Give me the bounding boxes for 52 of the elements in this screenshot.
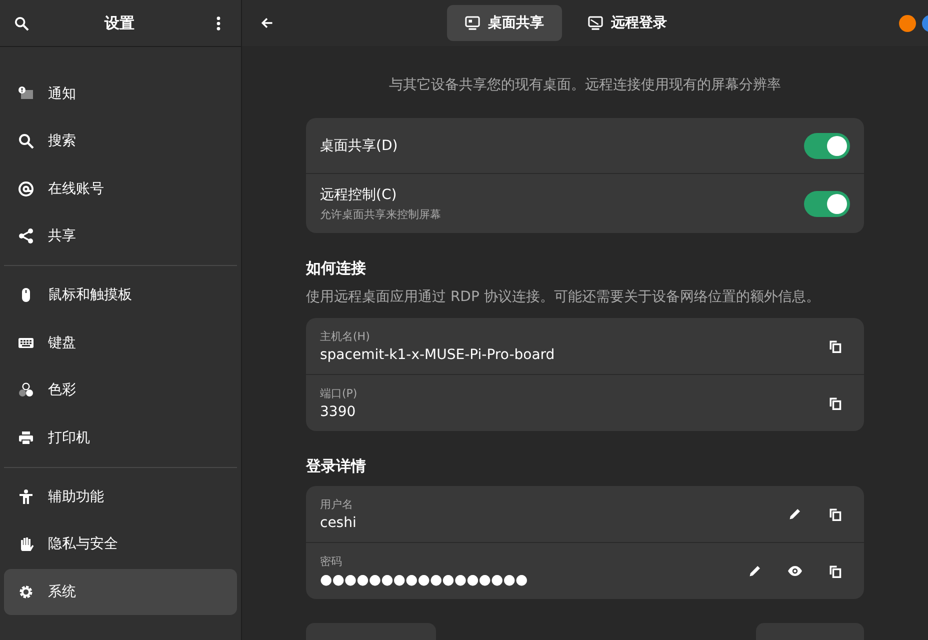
pencil-icon: [748, 564, 762, 578]
pencil-icon: [788, 507, 802, 521]
row-label: 远程控制(C): [320, 186, 398, 204]
sidebar-item[interactable]: 通知: [4, 70, 237, 116]
gear-icon: [18, 584, 34, 600]
field-label: 主机名(H): [320, 329, 371, 344]
sidebar-item[interactable]: 鼠标和触摸板: [4, 272, 237, 318]
notification-icon: [18, 86, 34, 102]
field-label: 密码: [320, 554, 343, 569]
copy-icon: [828, 564, 842, 578]
row-label: 桌面共享(D): [320, 136, 399, 154]
sidebar-item[interactable]: 打印机: [4, 414, 237, 460]
field-value: 3390: [320, 404, 357, 420]
toggle-switch[interactable]: [804, 132, 850, 158]
search-icon: [18, 133, 34, 149]
sidebar-item[interactable]: 在线账号: [4, 166, 237, 212]
accessibility-icon: [18, 488, 34, 504]
toggle-switch[interactable]: [804, 190, 850, 216]
sidebar-item[interactable]: 搜索: [4, 118, 237, 164]
section-heading: 如何连接: [306, 259, 367, 278]
hand-icon: [18, 536, 34, 552]
description-text: 与其它设备共享您的现有桌面。远程连接使用现有的屏幕分辨率: [388, 76, 782, 94]
field-value: ceshi: [320, 515, 358, 531]
copy-icon: [828, 507, 842, 521]
sidebar-item[interactable]: 辅助功能: [4, 474, 237, 520]
row-subtitle: 允许桌面共享来控制屏幕: [320, 206, 442, 222]
field-value: spacemit-k1-x-MUSE-Pi-Pro-board: [320, 347, 556, 363]
search-icon: [14, 16, 28, 30]
section-subtitle: 使用远程桌面应用通过 RDP 协议连接。可能还需要关于设备网络位置的额外信息。: [306, 288, 821, 306]
sidebar-item[interactable]: 系统: [4, 568, 237, 614]
sidebar-item[interactable]: 色彩: [4, 367, 237, 413]
sidebar-title: 设置: [104, 14, 134, 32]
sidebar-item[interactable]: 隐私与安全: [4, 521, 237, 567]
printer-icon: [18, 430, 34, 446]
field-label: 端口(P): [320, 386, 358, 401]
copy-icon: [828, 396, 842, 410]
window-control-icon[interactable]: [899, 15, 916, 32]
screen-cast-icon: [588, 16, 603, 30]
copy-icon: [828, 339, 842, 353]
back-arrow-icon: [260, 16, 274, 30]
section-heading: 登录详情: [306, 457, 367, 476]
color-icon: [18, 382, 34, 398]
monitor-icon: [465, 16, 480, 30]
tab[interactable]: 桌面共享: [447, 5, 562, 41]
field-value: ●●●●●●●●●●●●●●●●●: [320, 572, 529, 588]
tab[interactable]: 远程登录: [570, 5, 685, 41]
field-label: 用户名: [320, 497, 354, 512]
eye-icon: [787, 563, 803, 579]
share-icon: [18, 228, 34, 244]
at-icon: [18, 180, 34, 196]
sidebar-item[interactable]: 键盘: [4, 320, 237, 366]
sidebar-item[interactable]: 共享: [4, 213, 237, 259]
